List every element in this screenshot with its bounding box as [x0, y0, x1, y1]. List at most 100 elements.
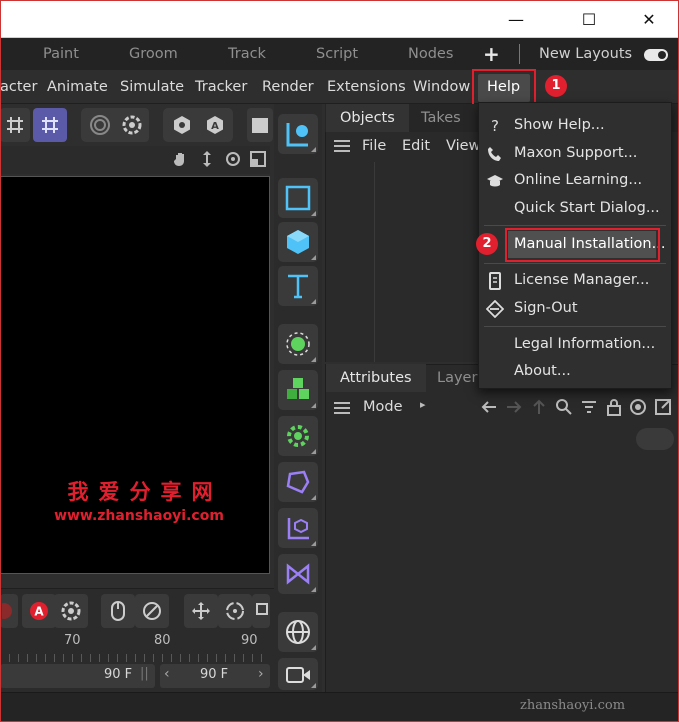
menu-item-online-learning[interactable]: Online Learning... [478, 166, 672, 194]
title-bar: — ☐ ✕ [0, 0, 679, 38]
field-object-icon[interactable] [278, 554, 318, 594]
objects-menu-view[interactable]: View [446, 132, 480, 160]
coordinate-system-icon[interactable] [278, 114, 318, 154]
attribute-toggle[interactable] [636, 428, 674, 450]
layout-tab-script[interactable]: Script [316, 38, 358, 70]
menu-separator [484, 263, 666, 264]
tab-takes[interactable]: Takes [407, 104, 475, 132]
menu-simulate[interactable]: Simulate [120, 70, 184, 104]
close-button[interactable]: ✕ [626, 0, 672, 38]
watermark-url: www.zhanshaoyi.com [54, 508, 224, 524]
menu-item-sign-out[interactable]: Sign-Out [478, 294, 672, 322]
eye-icon[interactable] [165, 108, 199, 142]
minimize-button[interactable]: — [493, 0, 539, 38]
timeline-tick-80: 80 [154, 633, 171, 648]
camera-icon[interactable] [278, 658, 318, 690]
new-layouts-label: New Layouts [539, 46, 633, 62]
layout-divider [519, 44, 520, 64]
mouse-icon[interactable] [101, 594, 135, 628]
menu-item-maxon-support[interactable]: Maxon Support... [478, 139, 672, 167]
menu-window[interactable]: Window [413, 70, 470, 104]
max-frame-value: 90 F [200, 667, 229, 682]
menu-bar: acter Animate Simulate Tracker Render Ex… [0, 70, 679, 104]
maximize-button[interactable]: ☐ [566, 0, 612, 38]
text-a-icon[interactable]: A [198, 108, 232, 142]
lock-icon[interactable] [605, 398, 623, 420]
menu-render[interactable]: Render [262, 70, 314, 104]
frame-separator-icon: || [140, 666, 149, 681]
annotation-box-manual-installation [505, 228, 660, 262]
timeline-tick-70: 70 [64, 633, 81, 648]
rotate-key-icon[interactable] [218, 594, 252, 628]
settings-gear-icon[interactable] [115, 108, 149, 142]
attributes-mode-menu[interactable]: Mode [363, 393, 403, 421]
no-keys-icon[interactable] [135, 594, 169, 628]
menu-item-license-manager[interactable]: License Manager... [478, 266, 672, 294]
menu-item-about[interactable]: About... [478, 357, 672, 385]
menu-animate[interactable]: Animate [47, 70, 108, 104]
new-layouts-toggle[interactable] [644, 49, 668, 61]
minimize-icon: — [508, 9, 524, 29]
maximize-view-icon[interactable] [249, 150, 267, 172]
target-icon[interactable] [83, 108, 117, 142]
move-key-icon[interactable] [184, 594, 218, 628]
grid-icon[interactable] [0, 108, 30, 142]
timeline-tick-90: 90 [241, 633, 258, 648]
layout-tab-groom[interactable]: Groom [129, 38, 178, 70]
maximize-icon: ☐ [581, 9, 597, 29]
target-circle-icon[interactable] [629, 398, 647, 420]
menu-tracker[interactable]: Tracker [195, 70, 247, 104]
clapper-icon[interactable] [247, 108, 273, 142]
viewport-header [0, 146, 270, 174]
scale-key-icon[interactable] [252, 594, 270, 628]
text-spline-icon[interactable] [278, 266, 318, 306]
objects-menu-edit[interactable]: Edit [402, 132, 430, 160]
search-icon[interactable] [555, 398, 573, 420]
menu-item-show-help[interactable]: Show Help... [478, 111, 672, 139]
objects-menu-file[interactable]: File [362, 132, 386, 160]
menu-item-legal-information[interactable]: Legal Information... [478, 330, 672, 358]
chevron-right-icon[interactable]: › [258, 666, 264, 682]
objects-column-divider [374, 162, 375, 362]
cube-primitive-icon[interactable] [278, 222, 318, 262]
forward-arrow-icon[interactable] [505, 398, 523, 420]
globe-environment-icon[interactable] [278, 612, 318, 652]
new-window-icon[interactable] [654, 398, 672, 420]
menu-separator [484, 326, 666, 327]
grid-lock-icon[interactable] [33, 108, 67, 142]
filter-icon[interactable] [580, 398, 598, 420]
bend-deformer-icon[interactable] [278, 462, 318, 502]
menu-item-quick-start[interactable]: Quick Start Dialog... [478, 194, 672, 222]
timeline-ruler[interactable] [0, 654, 268, 662]
menu-separator [484, 225, 666, 226]
autokey-icon[interactable]: A [22, 594, 56, 628]
layout-tab-track[interactable]: Track [228, 38, 266, 70]
record-keys-icon[interactable] [0, 594, 18, 628]
cube-outline-icon[interactable] [278, 178, 318, 218]
attributes-menu-hamburger-icon[interactable] [334, 402, 350, 414]
axis-object-icon[interactable] [278, 508, 318, 548]
hand-pan-icon[interactable] [172, 150, 190, 168]
layout-tab-bar: Paint Groom Track Script Nodes + New Lay… [0, 38, 679, 70]
up-arrow-icon[interactable] [530, 398, 548, 420]
gear-deformer-icon[interactable] [278, 416, 318, 456]
layout-tab-nodes[interactable]: Nodes [408, 38, 453, 70]
max-frame-field[interactable]: ‹ 90 F › [160, 664, 270, 688]
rotate-view-icon[interactable] [224, 150, 242, 172]
move-arrows-icon[interactable] [198, 150, 216, 172]
objects-menu-hamburger-icon[interactable] [334, 140, 350, 152]
key-settings-gear-icon[interactable] [54, 594, 88, 628]
add-layout-button[interactable]: + [483, 38, 500, 70]
footer-watermark: zhanshaoyi.com [520, 698, 626, 713]
end-frame-field[interactable]: 90 F || [0, 664, 155, 688]
menu-extensions[interactable]: Extensions [327, 70, 406, 104]
layout-tab-paint[interactable]: Paint [43, 38, 79, 70]
tab-objects[interactable]: Objects [326, 104, 409, 132]
menu-character[interactable]: acter [0, 70, 37, 104]
cubes-cloner-icon[interactable] [278, 370, 318, 410]
tab-attributes[interactable]: Attributes [326, 364, 426, 392]
chevron-left-icon[interactable]: ‹ [164, 666, 170, 682]
sphere-generator-icon[interactable] [278, 324, 318, 364]
back-arrow-icon[interactable] [480, 398, 498, 420]
step-badge-1: 1 [545, 75, 567, 97]
